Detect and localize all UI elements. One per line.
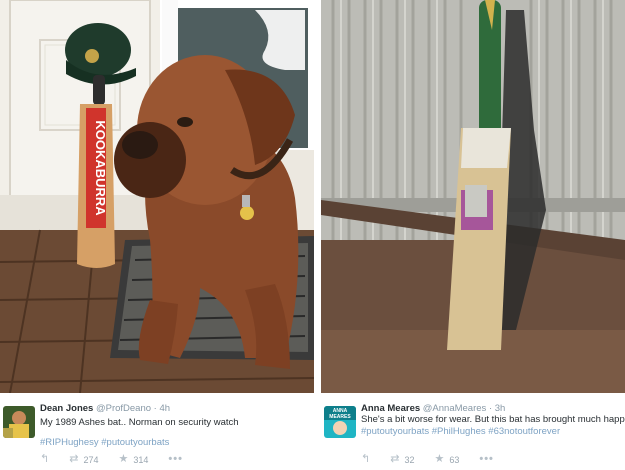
bat-brand-text: KOOKABURRA: [93, 120, 108, 216]
tweet-dean-jones[interactable]: Dean Jones @ProfDeano · 4h My 1989 Ashes…: [0, 393, 314, 470]
tweet-text: She's a bit worse for wear. But this bat…: [361, 414, 625, 438]
more-button[interactable]: •••: [168, 454, 183, 465]
separator: ·: [153, 403, 157, 414]
hashtag-links[interactable]: #putoutyourbats #PhilHughes #63notoutfor…: [361, 426, 625, 438]
separator: ·: [488, 403, 493, 414]
retweet-button[interactable]: ⇄ 32: [390, 454, 414, 465]
tweet-header: Dean Jones @ProfDeano · 4h: [40, 403, 170, 414]
bat-fence-illustration: [321, 0, 625, 393]
more-icon: •••: [479, 453, 494, 465]
user-handle[interactable]: @AnnaMeares: [423, 403, 487, 414]
user-name[interactable]: Dean Jones: [40, 403, 93, 414]
right-tweet-card: ANNA MEARES Anna Meares @AnnaMeares · 3h…: [321, 0, 625, 470]
dog-bat-illustration: KOOKABURRA: [0, 0, 314, 393]
avatar[interactable]: [3, 406, 35, 438]
tweet-body: She's a bit worse for wear. But this bat…: [361, 414, 625, 425]
tweet-body: My 1989 Ashes bat.. Norman on security w…: [40, 417, 239, 428]
user-handle[interactable]: @ProfDeano: [96, 403, 151, 414]
reply-icon: ↰: [361, 453, 371, 465]
left-tweet-card: KOOKABURRA Dean Jones @ProfDeano · 4h My…: [0, 0, 314, 470]
favorite-button[interactable]: ★ 314: [118, 454, 148, 465]
tweet-actions: ↰ ⇄ 32 ★ 63 •••: [361, 454, 514, 465]
user-name[interactable]: Anna Meares: [361, 403, 420, 414]
more-icon: •••: [168, 453, 183, 465]
reply-button[interactable]: ↰: [40, 454, 49, 465]
favorite-count: 63: [449, 454, 460, 465]
retweet-icon: ⇄: [390, 453, 400, 465]
hashtag-links[interactable]: #RIPHughesy #putoutyourbats: [40, 437, 310, 449]
tweet-header: Anna Meares @AnnaMeares · 3h: [361, 403, 505, 414]
favorite-button[interactable]: ★ 63: [434, 454, 459, 465]
retweet-count: 32: [404, 454, 415, 465]
retweet-count: 274: [83, 454, 99, 465]
tweet-photo-bat-against-fence[interactable]: [321, 0, 625, 393]
avatar-label-2: MEARES: [329, 414, 351, 420]
retweet-icon: ⇄: [69, 453, 79, 465]
tweet-photo-dog-with-bat[interactable]: KOOKABURRA: [0, 0, 314, 393]
favorite-count: 314: [133, 454, 149, 465]
avatar-image: [3, 406, 35, 438]
retweet-button[interactable]: ⇄ 274: [69, 454, 98, 465]
more-button[interactable]: •••: [479, 454, 494, 465]
tweet-anna-meares[interactable]: ANNA MEARES Anna Meares @AnnaMeares · 3h…: [321, 393, 625, 470]
reply-button[interactable]: ↰: [361, 454, 370, 465]
star-icon: ★: [118, 453, 129, 465]
timestamp[interactable]: 4h: [159, 403, 170, 414]
star-icon: ★: [434, 453, 445, 465]
tweet-text: My 1989 Ashes bat.. Norman on security w…: [40, 417, 310, 449]
tweet-actions: ↰ ⇄ 274 ★ 314 •••: [40, 454, 203, 465]
avatar[interactable]: ANNA MEARES: [324, 406, 356, 438]
avatar-image: ANNA MEARES: [324, 406, 356, 438]
reply-icon: ↰: [40, 453, 50, 465]
timestamp[interactable]: 3h: [495, 403, 506, 414]
